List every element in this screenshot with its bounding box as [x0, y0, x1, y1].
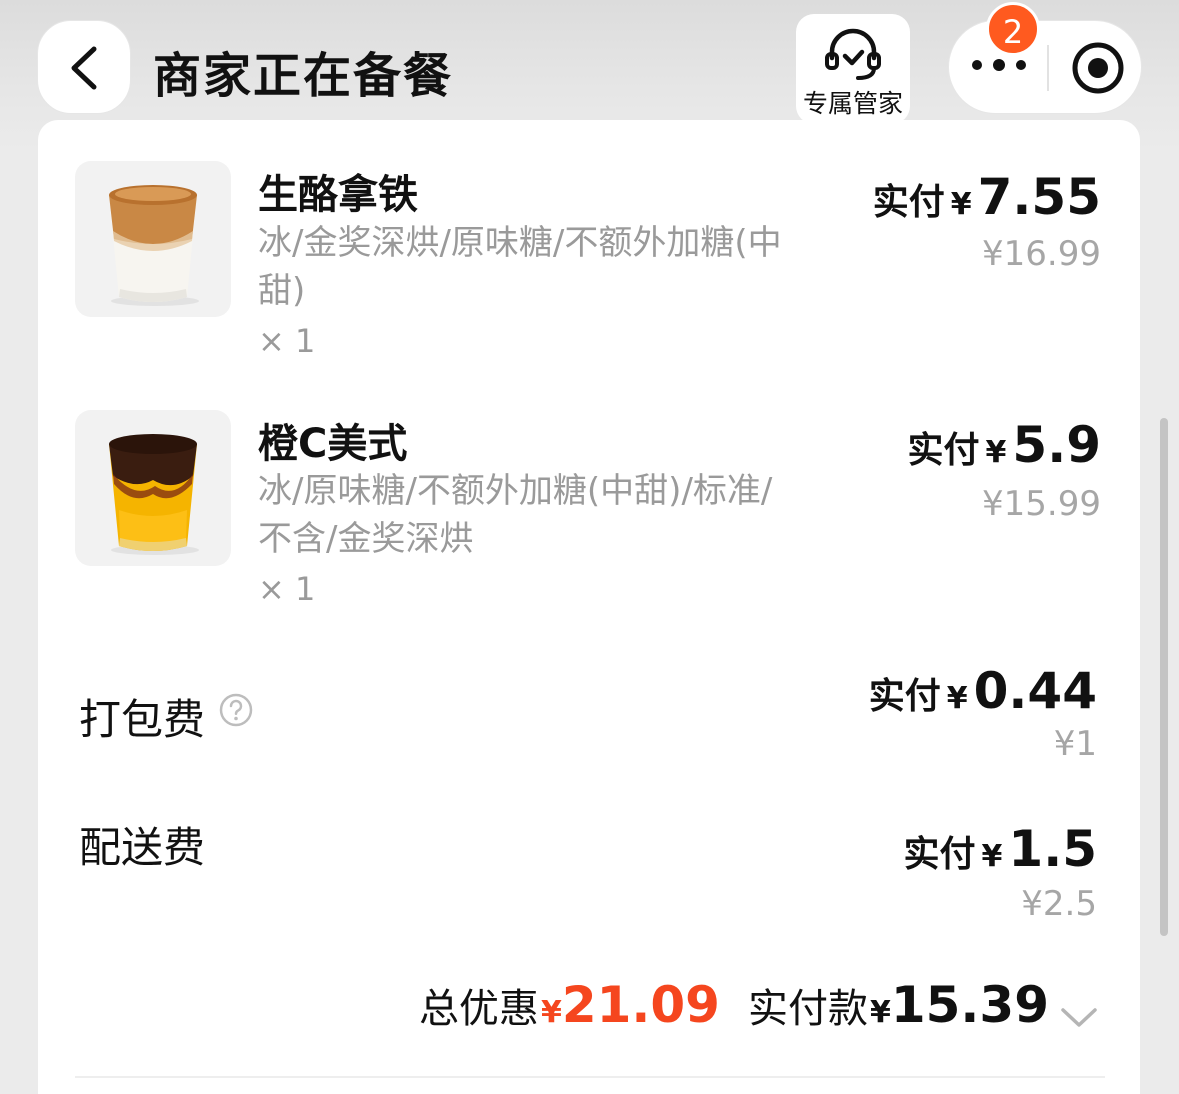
- item-original-price: ¥16.99: [982, 234, 1101, 274]
- orange-americano-cup-image: [109, 434, 199, 555]
- total-discount-amount: 21.09: [561, 976, 720, 1034]
- page-title: 商家正在备餐: [153, 48, 454, 104]
- currency-symbol: ¥: [869, 995, 891, 1030]
- currency-symbol: ¥: [950, 187, 972, 222]
- delivery-fee-label: 配送费: [79, 823, 206, 872]
- paid-amount: 7.55: [977, 168, 1101, 226]
- paid-amount: 0.44: [973, 662, 1097, 720]
- currency-symbol: ¥: [985, 435, 1007, 470]
- item-spec: 冰/原味糖/不额外加糖(中甜)/标准/不含/金奖深烘: [258, 471, 773, 559]
- personal-butler-label: 专属管家: [802, 89, 903, 118]
- packing-fee-paid: 实付 ¥0.44: [869, 662, 1097, 720]
- currency-symbol: ¥: [946, 681, 968, 716]
- currency-symbol: ¥: [540, 995, 562, 1030]
- latte-cup-image: [109, 185, 199, 306]
- item-quantity: × 1: [258, 322, 316, 360]
- chevron-left-icon: [71, 46, 97, 90]
- currency-symbol: ¥: [981, 839, 1003, 874]
- total-discount-label: 总优惠: [418, 986, 539, 1032]
- item-spec: 冰/金奖深烘/原味糖/不额外加糖(中甜): [258, 223, 782, 311]
- paid-label: 实付: [872, 182, 945, 223]
- mini-program-capsule: [948, 20, 1142, 114]
- paid-label: 实付: [903, 834, 976, 875]
- back-button[interactable]: [37, 20, 131, 114]
- item-paid-price: 实付 ¥7.55: [873, 168, 1101, 226]
- paid-amount: 5.9: [1012, 416, 1101, 474]
- personal-butler-button[interactable]: 专属管家: [796, 14, 910, 124]
- item-original-price: ¥15.99: [982, 484, 1101, 524]
- item-paid-price: 实付 ¥5.9: [908, 416, 1101, 474]
- order-total-summary[interactable]: 总优惠¥21.09 实付款¥15.39: [419, 976, 1099, 1034]
- delivery-fee-original: ¥2.5: [1021, 884, 1097, 924]
- packing-fee-original: ¥1: [1053, 724, 1097, 764]
- product-image-americano[interactable]: [75, 410, 231, 566]
- item-name: 生酪拿铁: [258, 172, 418, 218]
- chevron-down-icon[interactable]: [1059, 1005, 1099, 1031]
- section-divider: [75, 1076, 1105, 1078]
- paid-label: 实付: [907, 430, 980, 471]
- total-paid-label: 实付款: [747, 986, 868, 1032]
- close-target-icon[interactable]: [1071, 41, 1125, 95]
- capsule-divider: [1047, 45, 1049, 91]
- product-image-latte[interactable]: [75, 161, 231, 317]
- notification-badge: 2: [986, 2, 1040, 56]
- paid-label: 实付: [868, 676, 941, 717]
- packing-fee-label: 打包费: [79, 695, 206, 744]
- paid-amount: 1.5: [1008, 820, 1097, 878]
- item-quantity: × 1: [258, 570, 316, 608]
- headset-support-icon: [825, 28, 881, 80]
- item-name: 橙C美式: [258, 421, 408, 467]
- more-dots-icon[interactable]: [971, 57, 1027, 73]
- total-paid-amount: 15.39: [890, 976, 1049, 1034]
- delivery-fee-paid: 实付 ¥1.5: [904, 820, 1097, 878]
- scrollbar[interactable]: [1160, 418, 1168, 936]
- help-circle-icon[interactable]: [218, 692, 254, 728]
